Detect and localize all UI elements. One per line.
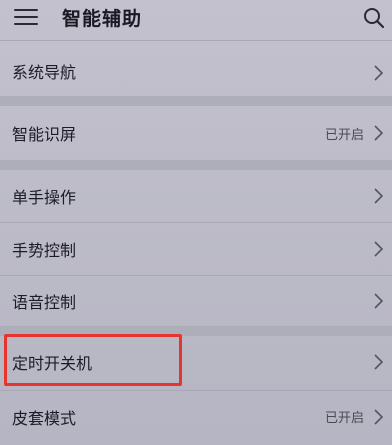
setting-label: 单手操作 [12,188,77,207]
setting-row-system-navigation[interactable]: 系统导航 [0,48,392,94]
setting-label: 皮套模式 [12,409,77,428]
setting-status: 已开启 [324,411,364,426]
hamburger-menu-icon[interactable] [14,6,40,28]
chevron-right-icon [374,354,384,370]
setting-status: 已开启 [324,128,364,143]
chevron-right-icon [374,65,384,81]
setting-row-cover-mode[interactable]: 皮套模式 已开启 [0,391,392,445]
setting-row-one-hand-mode[interactable]: 单手操作 [0,170,392,220]
chevron-right-icon [374,293,384,309]
setting-label: 手势控制 [12,241,77,260]
setting-row-voice-control[interactable]: 语音控制 [0,276,392,324]
setting-row-smart-screen-recognition[interactable]: 智能识屏 已开启 [0,108,392,156]
group-separator [0,96,392,106]
settings-screen: 智能辅助 系统导航 智能识屏 已开启 单手操作 手势控制 语音控制 定时开关机 … [0,0,392,445]
setting-label: 系统导航 [12,63,77,82]
chevron-right-icon [374,188,384,204]
app-header: 智能辅助 [0,0,392,38]
setting-label: 语音控制 [12,293,77,312]
chevron-right-icon [374,409,384,425]
chevron-right-icon [374,125,384,141]
search-icon[interactable] [362,6,386,30]
page-title: 智能辅助 [62,8,143,30]
chevron-right-icon [374,241,384,257]
setting-label: 智能识屏 [12,125,77,144]
group-separator [0,326,392,336]
header-divider [0,40,392,41]
setting-row-gesture-control[interactable]: 手势控制 [0,223,392,275]
setting-row-scheduled-power[interactable]: 定时开关机 [0,336,392,388]
setting-label: 定时开关机 [12,354,93,373]
group-separator [0,160,392,170]
